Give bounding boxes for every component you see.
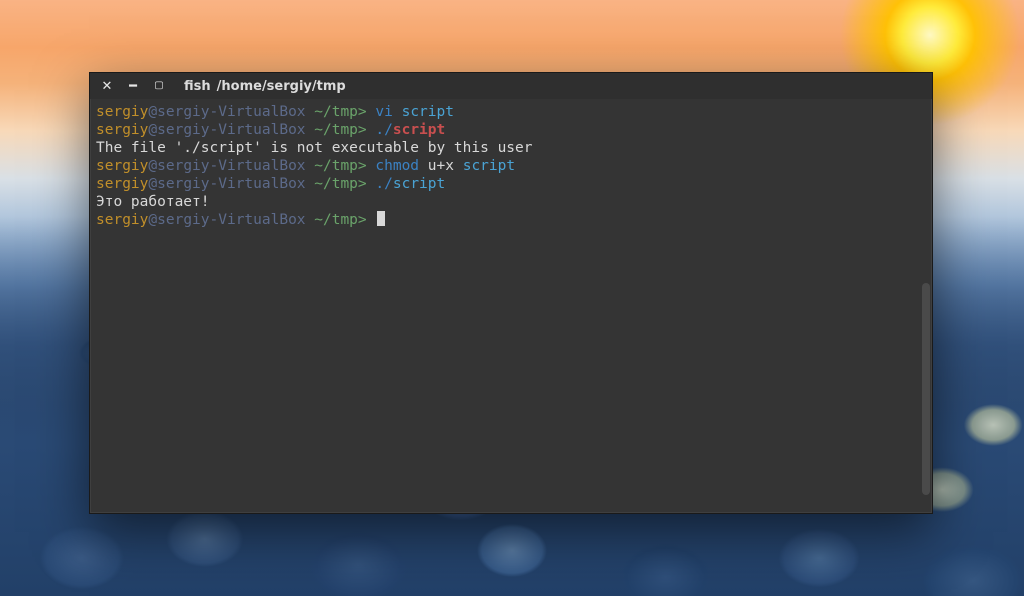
desktop-wallpaper: ✕ ━ ▢ fish /home/sergiy/tmp sergiy@sergi… [0, 0, 1024, 596]
prompt-line[interactable]: sergiy@sergiy-VirtualBox ~/tmp> [96, 211, 926, 229]
window-title: fish /home/sergiy/tmp [184, 79, 346, 94]
maximize-icon[interactable]: ▢ [152, 81, 166, 91]
title-app: fish [184, 79, 211, 94]
minimize-icon[interactable]: ━ [126, 80, 140, 93]
scrollbar-thumb[interactable] [922, 283, 930, 495]
title-path: /home/sergiy/tmp [217, 79, 346, 94]
terminal-window[interactable]: ✕ ━ ▢ fish /home/sergiy/tmp sergiy@sergi… [89, 72, 933, 514]
command-line: sergiy@sergiy-VirtualBox ~/tmp> ./script [96, 175, 926, 193]
close-icon[interactable]: ✕ [100, 80, 114, 93]
window-titlebar[interactable]: ✕ ━ ▢ fish /home/sergiy/tmp [90, 73, 932, 99]
command-line: sergiy@sergiy-VirtualBox ~/tmp> ./script [96, 121, 926, 139]
output-line: The file './script' is not executable by… [96, 139, 926, 157]
output-line: Это работает! [96, 193, 926, 211]
terminal-output[interactable]: sergiy@sergiy-VirtualBox ~/tmp> vi scrip… [90, 99, 932, 513]
cursor-icon [377, 211, 385, 226]
command-line: sergiy@sergiy-VirtualBox ~/tmp> vi scrip… [96, 103, 926, 121]
command-line: sergiy@sergiy-VirtualBox ~/tmp> chmod u+… [96, 157, 926, 175]
